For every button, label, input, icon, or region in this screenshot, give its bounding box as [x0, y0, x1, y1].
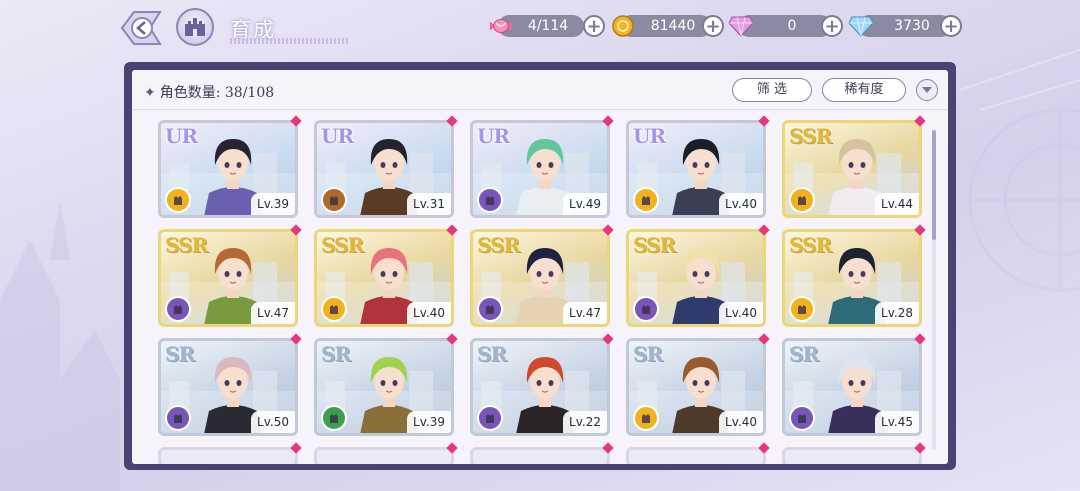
class-badge-icon: [165, 187, 191, 213]
back-arrow-icon: [120, 11, 162, 45]
level-label: Lv.22: [563, 411, 607, 433]
rarity-label: UR: [321, 124, 354, 148]
character-card[interactable]: UR Lv.40: [626, 120, 766, 218]
rarity-label: SR: [477, 342, 507, 366]
scrollbar[interactable]: [932, 130, 936, 450]
filter-button[interactable]: 筛 选: [732, 78, 812, 102]
class-badge-icon: [633, 296, 659, 322]
blue-gem-add-button[interactable]: +: [940, 15, 962, 37]
sort-rarity-button[interactable]: 稀有度: [822, 78, 906, 102]
rarity-label: SSR: [165, 233, 208, 257]
character-card[interactable]: SSR Lv.47: [158, 229, 298, 327]
character-card[interactable]: SSR Lv.40: [626, 229, 766, 327]
level-label: Lv.49: [563, 193, 607, 215]
castle-icon: [185, 18, 205, 36]
rarity-label: SSR: [321, 233, 364, 257]
rarity-label: SSR: [789, 124, 832, 148]
character-card[interactable]: UR Lv.49: [470, 120, 610, 218]
class-badge-icon: [789, 296, 815, 322]
rarity-label: SSR: [477, 233, 520, 257]
class-badge-icon: [633, 405, 659, 431]
pink-diamond-icon: [728, 13, 754, 39]
character-card[interactable]: SR Lv.22: [470, 338, 610, 436]
rarity-label: UR: [477, 124, 510, 148]
level-label: Lv.31: [407, 193, 451, 215]
scroll-thumb[interactable]: [932, 130, 936, 240]
candy-add-button[interactable]: +: [583, 15, 605, 37]
sort-order-toggle[interactable]: [916, 79, 938, 101]
panel-inner: ✦ 角色数量: 38/108 筛 选 稀有度 UR Lv.39 UR Lv.31 UR Lv…: [132, 70, 948, 464]
rarity-label: SR: [321, 342, 351, 366]
level-label: Lv.44: [875, 193, 919, 215]
chevron-down-icon: [922, 87, 932, 93]
character-card[interactable]: SSR Lv.40: [314, 229, 454, 327]
back-button[interactable]: [116, 8, 162, 48]
pink-gem-add-button[interactable]: +: [821, 15, 843, 37]
character-count-text: 角色数量: 38/108: [159, 85, 275, 101]
level-label: Lv.28: [875, 302, 919, 324]
level-label: Lv.39: [251, 193, 295, 215]
level-label: Lv.40: [719, 411, 763, 433]
rarity-label: SR: [633, 342, 663, 366]
class-badge-icon: [321, 296, 347, 322]
character-card[interactable]: SSR Lv.47: [470, 229, 610, 327]
level-label: Lv.45: [875, 411, 919, 433]
class-badge-icon: [789, 405, 815, 431]
class-badge-icon: [321, 187, 347, 213]
level-label: Lv.47: [251, 302, 295, 324]
character-card[interactable]: SR Lv.39: [314, 338, 454, 436]
character-card[interactable]: SR Lv.50: [158, 338, 298, 436]
coin-icon: [610, 13, 636, 39]
rarity-label: SR: [165, 342, 195, 366]
level-label: Lv.39: [407, 411, 451, 433]
character-card[interactable]: UR Lv.31: [314, 120, 454, 218]
class-badge-icon: [633, 187, 659, 213]
character-card[interactable]: SSR Lv.44: [782, 120, 922, 218]
rarity-label: UR: [633, 124, 666, 148]
character-panel: ✦ 角色数量: 38/108 筛 选 稀有度 UR Lv.39 UR Lv.31 UR Lv…: [124, 62, 956, 470]
top-bar: 育成 4/114 + 81440 + 0 + 3730 +: [0, 0, 1080, 56]
level-label: Lv.50: [251, 411, 295, 433]
rarity-label: SSR: [633, 233, 676, 257]
level-label: Lv.40: [719, 193, 763, 215]
character-card[interactable]: SR Lv.45: [782, 338, 922, 436]
sparkle-icon: ✦: [144, 85, 156, 101]
candy-icon: [488, 13, 514, 39]
class-badge-icon: [789, 187, 815, 213]
rarity-label: UR: [165, 124, 198, 148]
class-badge-icon: [477, 405, 503, 431]
class-badge-icon: [477, 187, 503, 213]
character-card-partial[interactable]: [782, 447, 922, 464]
home-button[interactable]: [176, 8, 214, 46]
coin-add-button[interactable]: +: [702, 15, 724, 37]
class-badge-icon: [165, 296, 191, 322]
character-card-partial[interactable]: [314, 447, 454, 464]
class-badge-icon: [321, 405, 347, 431]
panel-header: ✦ 角色数量: 38/108 筛 选 稀有度: [132, 70, 948, 110]
rarity-label: SSR: [789, 233, 832, 257]
character-card[interactable]: UR Lv.39: [158, 120, 298, 218]
character-card-partial[interactable]: [626, 447, 766, 464]
level-label: Lv.40: [719, 302, 763, 324]
character-count: ✦ 角色数量: 38/108: [144, 82, 274, 102]
character-card[interactable]: SR Lv.40: [626, 338, 766, 436]
title-underline: [230, 38, 348, 44]
class-badge-icon: [165, 405, 191, 431]
character-grid: UR Lv.39 UR Lv.31 UR Lv.49 UR Lv.40 SSR Lv.44 SSR L…: [158, 115, 928, 464]
character-card-partial[interactable]: [158, 447, 298, 464]
class-badge-icon: [477, 296, 503, 322]
character-card[interactable]: SSR Lv.28: [782, 229, 922, 327]
rarity-label: SR: [789, 342, 819, 366]
level-label: Lv.40: [407, 302, 451, 324]
blue-diamond-icon: [848, 13, 874, 39]
level-label: Lv.47: [563, 302, 607, 324]
character-card-partial[interactable]: [470, 447, 610, 464]
